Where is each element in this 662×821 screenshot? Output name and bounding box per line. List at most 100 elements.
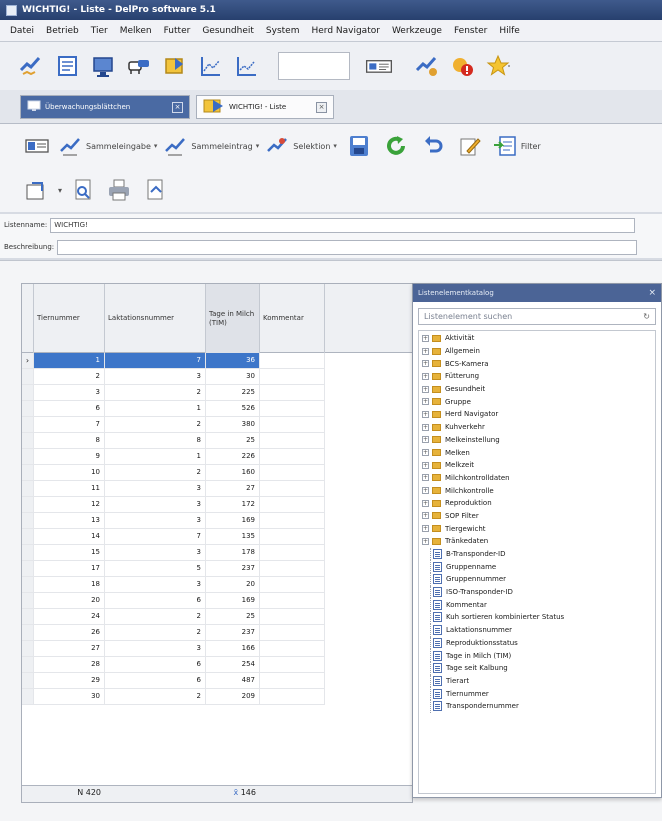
table-row[interactable]: 13 3 169 [22,513,325,529]
tree-folder-item[interactable]: + Fütterung [419,370,655,383]
table-cell[interactable]: 20 [34,593,105,608]
expand-icon[interactable]: + [422,537,429,545]
tree-field-item[interactable]: ISO-Transponder-ID [419,585,655,599]
table-row[interactable]: › 1 7 36 [22,353,325,369]
row-indicator[interactable] [22,625,34,640]
row-indicator[interactable] [22,529,34,544]
table-cell[interactable]: 169 [206,593,260,608]
table-cell[interactable] [260,641,325,656]
catalog-search-input[interactable]: Listenelement suchen ↻ [418,308,656,325]
table-cell[interactable]: 25 [206,609,260,624]
expand-icon[interactable]: + [422,398,429,406]
table-cell[interactable]: 30 [206,369,260,384]
favorites-star-icon[interactable] [484,51,514,81]
table-cell[interactable]: 2 [105,689,206,704]
printer-icon[interactable] [104,175,134,205]
tree-folder-item[interactable]: + Melken [419,446,655,459]
table-cell[interactable]: 11 [34,481,105,496]
table-row[interactable]: 6 1 526 [22,401,325,417]
menu-futter[interactable]: Futter [158,26,197,36]
table-row[interactable]: 18 3 20 [22,577,325,593]
tree-folder-item[interactable]: + Tränkedaten [419,535,655,548]
table-cell[interactable]: 27 [34,641,105,656]
table-cell[interactable]: 26 [34,625,105,640]
tree-field-item[interactable]: Tage in Milch (TIM) [419,649,655,662]
table-row[interactable]: 11 3 27 [22,481,325,497]
expand-icon[interactable]: + [422,372,429,380]
row-indicator[interactable] [22,401,34,416]
table-cell[interactable]: 1 [105,449,206,464]
table-cell[interactable]: 209 [206,689,260,704]
row-indicator[interactable] [22,513,34,528]
table-row[interactable]: 26 2 237 [22,625,325,641]
column-header-laktationsnummer[interactable]: Laktationsnummer [105,284,206,353]
table-cell[interactable]: 166 [206,641,260,656]
filter-button[interactable]: Filter [492,133,541,159]
table-cell[interactable]: 8 [34,433,105,448]
table-row[interactable]: 3 2 225 [22,385,325,401]
tree-folder-item[interactable]: + BCS-Kamera [419,357,655,370]
table-row[interactable]: 17 5 237 [22,561,325,577]
table-cell[interactable]: 178 [206,545,260,560]
table-cell[interactable]: 3 [34,385,105,400]
table-cell[interactable]: 25 [206,433,260,448]
row-indicator[interactable] [22,449,34,464]
table-cell[interactable]: 135 [206,529,260,544]
row-indicator[interactable] [22,561,34,576]
alarm-icon[interactable] [448,51,478,81]
table-row[interactable]: 29 6 487 [22,673,325,689]
table-cell[interactable]: 6 [105,673,206,688]
table-cell[interactable]: 13 [34,513,105,528]
expand-icon[interactable]: + [422,474,429,482]
refresh-icon[interactable] [381,131,411,161]
close-icon[interactable]: × [172,101,183,113]
chart-alt-icon[interactable] [232,51,262,81]
table-cell[interactable] [260,689,325,704]
table-cell[interactable]: 24 [34,609,105,624]
table-row[interactable]: 12 3 172 [22,497,325,513]
table-cell[interactable]: 254 [206,657,260,672]
table-cell[interactable] [260,545,325,560]
tree-field-item[interactable]: Gruppennummer [419,573,655,586]
document-export-icon[interactable] [140,175,170,205]
table-cell[interactable]: 1 [34,353,105,368]
table-cell[interactable]: 526 [206,401,260,416]
table-cell[interactable] [260,529,325,544]
table-cell[interactable]: 2 [105,625,206,640]
table-cell[interactable]: 12 [34,497,105,512]
table-cell[interactable] [260,673,325,688]
expand-icon[interactable]: + [422,499,429,507]
tree-folder-item[interactable]: + Melkeinstellung [419,434,655,447]
chart-icon[interactable] [196,51,226,81]
row-pointer-icon[interactable]: › [22,353,34,368]
table-cell[interactable]: 28 [34,657,105,672]
table-cell[interactable]: 169 [206,513,260,528]
table-cell[interactable] [260,449,325,464]
column-header-kommentar[interactable]: Kommentar [260,284,325,353]
table-cell[interactable]: 7 [105,529,206,544]
row-indicator[interactable] [22,577,34,592]
feed-icon[interactable] [160,51,190,81]
row-indicator[interactable] [22,657,34,672]
menu-werkzeuge[interactable]: Werkzeuge [386,26,448,36]
chevron-down-icon[interactable]: ▾ [58,186,62,195]
table-cell[interactable]: 14 [34,529,105,544]
expand-icon[interactable]: + [422,525,429,533]
table-cell[interactable]: 30 [34,689,105,704]
card-reader-icon[interactable] [364,51,394,81]
table-row[interactable]: 28 6 254 [22,657,325,673]
column-header-tage-in-milch[interactable]: Tage in Milch (TIM) [206,284,260,353]
table-cell[interactable] [260,561,325,576]
table-cell[interactable] [260,465,325,480]
table-cell[interactable]: 2 [105,465,206,480]
table-cell[interactable] [260,657,325,672]
table-cell[interactable]: 226 [206,449,260,464]
table-cell[interactable]: 7 [105,353,206,368]
table-cell[interactable]: 20 [206,577,260,592]
tree-folder-item[interactable]: + Milchkontrolldaten [419,472,655,485]
table-cell[interactable]: 27 [206,481,260,496]
export-icon[interactable] [22,175,52,205]
table-cell[interactable]: 380 [206,417,260,432]
table-cell[interactable]: 15 [34,545,105,560]
tree-field-item[interactable]: Tiernummer [419,687,655,700]
